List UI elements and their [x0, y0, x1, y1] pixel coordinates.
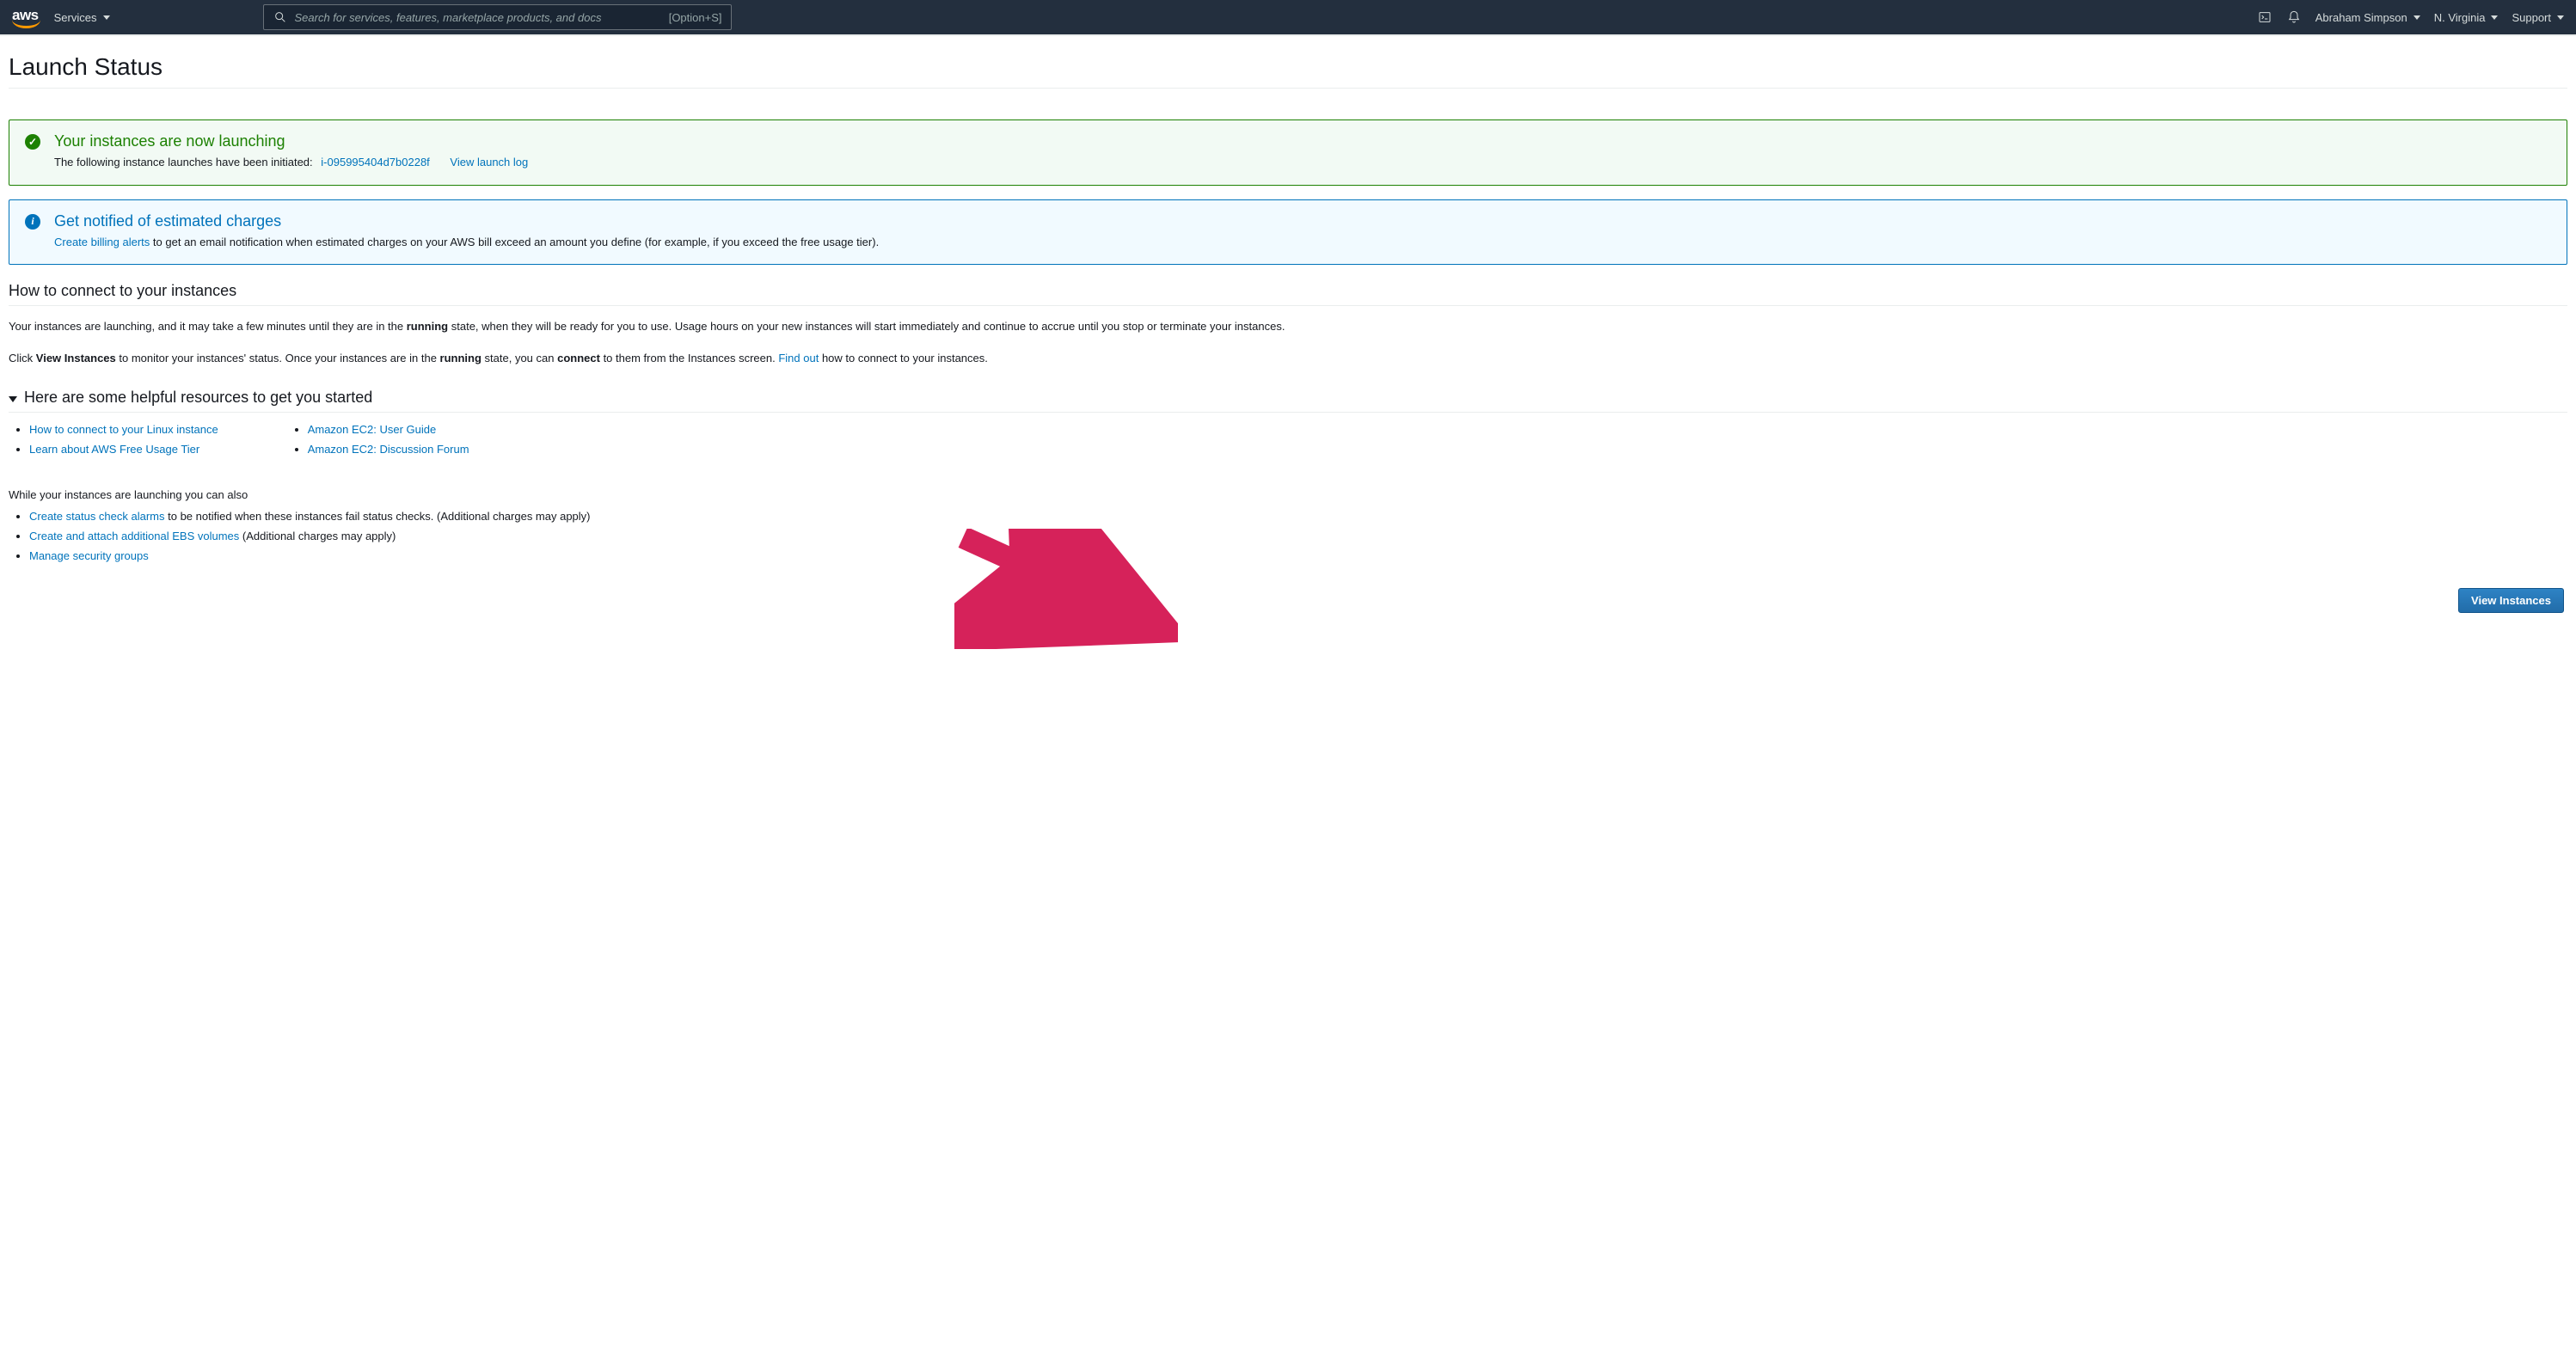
region-menu[interactable]: N. Virginia [2434, 11, 2499, 24]
resources-toggle[interactable]: Here are some helpful resources to get y… [9, 389, 2567, 413]
support-menu[interactable]: Support [2512, 11, 2564, 24]
global-search[interactable]: [Option+S] [263, 4, 732, 30]
instance-id-link[interactable]: i-095995404d7b0228f [321, 156, 430, 168]
connect-para-2: Click View Instances to monitor your ins… [9, 350, 2567, 368]
launch-success-alert: ✓ Your instances are now launching The f… [9, 119, 2567, 186]
page-title: Launch Status [9, 53, 2567, 89]
list-item: Create status check alarms to be notifie… [29, 510, 2567, 523]
info-body-suffix: to get an email notification when estima… [153, 236, 879, 248]
view-instances-button[interactable]: View Instances [2458, 588, 2564, 613]
billing-info-alert: i Get notified of estimated charges Crea… [9, 199, 2567, 266]
list-item: How to connect to your Linux instance [29, 423, 218, 436]
search-icon [273, 9, 288, 25]
account-label: Abraham Simpson [2315, 11, 2407, 24]
support-label: Support [2512, 11, 2551, 24]
cloudshell-icon[interactable] [2257, 9, 2272, 25]
find-out-link[interactable]: Find out [778, 352, 819, 365]
list-item: Amazon EC2: Discussion Forum [308, 443, 469, 456]
while-launching-intro: While your instances are launching you c… [9, 488, 2567, 501]
success-heading: Your instances are now launching [54, 132, 540, 150]
list-item: Create and attach additional EBS volumes… [29, 530, 2567, 542]
aws-logo[interactable]: aws [12, 7, 39, 28]
view-launch-log-link[interactable]: View launch log [450, 156, 528, 168]
services-label: Services [54, 11, 97, 24]
resource-link[interactable]: Amazon EC2: User Guide [308, 423, 437, 436]
search-shortcut: [Option+S] [669, 11, 722, 24]
success-body-prefix: The following instance launches have bee… [54, 156, 313, 168]
list-item: Manage security groups [29, 549, 2567, 562]
resource-link[interactable]: Amazon EC2: Discussion Forum [308, 443, 469, 456]
resource-link[interactable]: How to connect to your Linux instance [29, 423, 218, 436]
account-menu[interactable]: Abraham Simpson [2315, 11, 2420, 24]
info-heading: Get notified of estimated charges [54, 212, 879, 230]
create-billing-alerts-link[interactable]: Create billing alerts [54, 236, 150, 248]
success-check-icon: ✓ [25, 134, 40, 150]
chevron-down-icon [9, 389, 17, 407]
resources-heading: Here are some helpful resources to get y… [24, 389, 372, 407]
region-label: N. Virginia [2434, 11, 2486, 24]
manage-security-groups-link[interactable]: Manage security groups [29, 549, 149, 562]
create-status-alarms-link[interactable]: Create status check alarms [29, 510, 165, 523]
notifications-icon[interactable] [2286, 9, 2302, 25]
top-nav: aws Services [Option+S] Abraham Simpson … [0, 0, 2576, 34]
list-item: Amazon EC2: User Guide [308, 423, 469, 436]
resources-lists: How to connect to your Linux instance Le… [9, 423, 2567, 463]
create-ebs-volumes-link[interactable]: Create and attach additional EBS volumes [29, 530, 239, 542]
list-item: Learn about AWS Free Usage Tier [29, 443, 218, 456]
connect-section-title: How to connect to your instances [9, 282, 2567, 306]
services-menu[interactable]: Services [54, 11, 110, 24]
search-input[interactable] [295, 11, 662, 24]
connect-para-1: Your instances are launching, and it may… [9, 318, 2567, 336]
info-icon: i [25, 214, 40, 230]
resource-link[interactable]: Learn about AWS Free Usage Tier [29, 443, 199, 456]
